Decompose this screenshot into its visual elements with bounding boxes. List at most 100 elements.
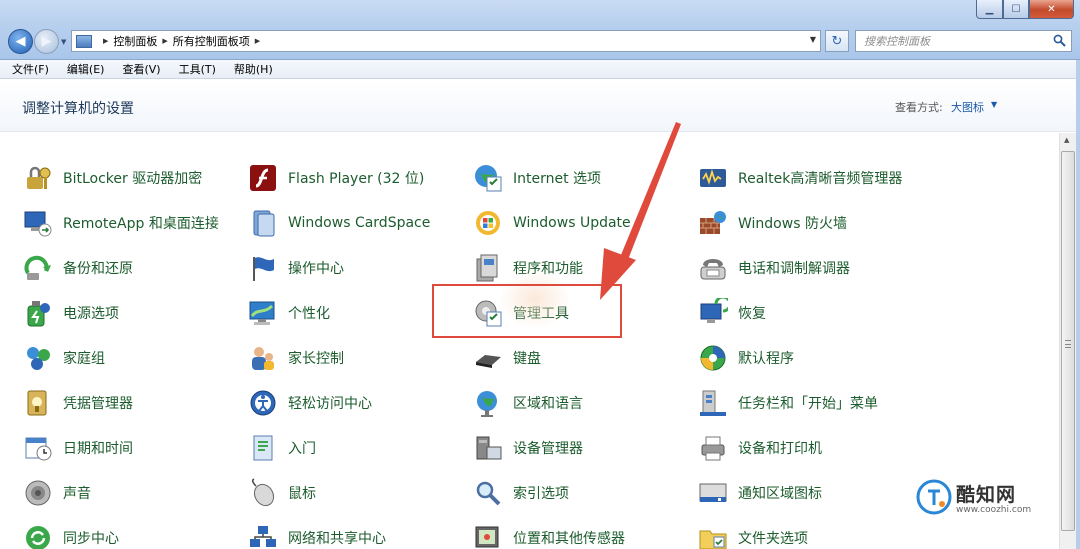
cp-item-label: BitLocker 驱动器加密 [63, 171, 203, 187]
cp-item-sound[interactable]: 声音 [22, 475, 91, 511]
cp-item-keyboard[interactable]: 键盘 [472, 340, 541, 376]
forward-arrow-icon: ▶ [41, 34, 52, 49]
menu-help[interactable]: 帮助(H) [232, 61, 275, 77]
watermark-url: www.coozhi.com [956, 504, 1032, 515]
homegroup-icon [22, 342, 54, 374]
parental-controls-icon [247, 342, 279, 374]
menu-bar: 文件(F) 编辑(E) 查看(V) 工具(T) 帮助(H) [0, 60, 1080, 79]
page-title: 调整计算机的设置 [22, 101, 134, 117]
location-sensors-icon [472, 522, 504, 549]
bitlocker-icon [22, 162, 54, 194]
window-controls: ▁ ☐ ✕ [976, 0, 1074, 19]
scroll-up-icon[interactable]: ▲ [1064, 136, 1069, 144]
cp-item-label: 设备和打印机 [738, 441, 822, 457]
refresh-button[interactable]: ↻ [825, 30, 849, 52]
close-button[interactable]: ✕ [1029, 0, 1074, 19]
cp-item-label: Windows 防火墙 [738, 216, 847, 232]
credential-manager-icon [22, 387, 54, 419]
cp-item-firewall[interactable]: Windows 防火墙 [697, 205, 847, 241]
cp-item-action-center[interactable]: 操作中心 [247, 250, 344, 286]
chevron-right-icon[interactable]: ▶ [255, 37, 260, 45]
menu-file[interactable]: 文件(F) [10, 61, 51, 77]
sound-icon [22, 477, 54, 509]
cp-item-label: 家庭组 [63, 351, 105, 367]
cp-item-recovery[interactable]: 恢复 [697, 295, 766, 331]
cp-item-power-options[interactable]: 电源选项 [22, 295, 119, 331]
cp-item-date-time[interactable]: 日期和时间 [22, 430, 133, 466]
cp-item-phone-modem[interactable]: 电话和调制解调器 [697, 250, 850, 286]
cp-item-label: 鼠标 [288, 486, 316, 502]
menu-edit[interactable]: 编辑(E) [65, 61, 107, 77]
window-title-bar: ▁ ☐ ✕ ◀ ▶ ▼ ▶ 控制面板 ▶ 所有控制面板项 ▶ ▼ ↻ 搜索控制面… [0, 0, 1080, 60]
ease-of-access-icon [247, 387, 279, 419]
cp-item-label: 程序和功能 [513, 261, 583, 277]
internet-options-icon [472, 162, 504, 194]
cp-item-realtek-audio[interactable]: Realtek高清晰音频管理器 [697, 160, 902, 196]
cp-item-remoteapp[interactable]: RemoteApp 和桌面连接 [22, 205, 219, 241]
address-bar[interactable]: ▶ 控制面板 ▶ 所有控制面板项 ▶ ▼ [71, 30, 821, 52]
cp-item-indexing-options[interactable]: 索引选项 [472, 475, 569, 511]
power-options-icon [22, 297, 54, 329]
network-sharing-icon [247, 522, 279, 549]
cp-item-label: 凭据管理器 [63, 396, 133, 412]
vertical-scrollbar[interactable]: ▲ [1059, 133, 1076, 549]
search-input[interactable]: 搜索控制面板 [855, 30, 1072, 52]
indexing-options-icon [472, 477, 504, 509]
address-dropdown-icon[interactable]: ▼ [810, 35, 816, 44]
annotation-arrow [600, 122, 681, 300]
cp-item-flash-player[interactable]: Flash Player (32 位) [247, 160, 424, 196]
minimize-button[interactable]: ▁ [976, 0, 1003, 19]
cp-item-label: 位置和其他传感器 [513, 531, 625, 547]
search-icon[interactable] [1053, 34, 1066, 47]
cp-item-label: Windows CardSpace [288, 215, 431, 231]
minimize-icon: ▁ [985, 3, 994, 15]
cp-item-backup-restore[interactable]: 备份和还原 [22, 250, 133, 286]
cp-item-label: 默认程序 [738, 351, 794, 367]
view-by-dropdown[interactable]: 大图标 [951, 99, 984, 115]
cp-item-homegroup[interactable]: 家庭组 [22, 340, 105, 376]
cp-item-label: Realtek高清晰音频管理器 [738, 171, 903, 187]
cp-item-personalization[interactable]: 个性化 [247, 295, 330, 331]
menu-view[interactable]: 查看(V) [120, 61, 162, 77]
forward-button[interactable]: ▶ [34, 29, 59, 54]
cp-item-ease-of-access[interactable]: 轻松访问中心 [247, 385, 372, 421]
cp-item-folder-options[interactable]: 文件夹选项 [697, 520, 808, 549]
mouse-icon [247, 477, 279, 509]
recent-pages-dropdown[interactable]: ▼ [61, 38, 66, 46]
watermark-name: 酷知网 [956, 483, 1017, 506]
cp-item-label: 同步中心 [63, 531, 119, 547]
breadcrumb-all-items[interactable]: 所有控制面板项 [173, 33, 250, 49]
cp-item-sync-center[interactable]: 同步中心 [22, 520, 119, 549]
cp-item-location-sensors[interactable]: 位置和其他传感器 [472, 520, 625, 549]
cp-item-label: 任务栏和「开始」菜单 [738, 396, 878, 412]
realtek-audio-icon [697, 162, 729, 194]
cp-item-getting-started[interactable]: 入门 [247, 430, 316, 466]
cp-item-network-sharing[interactable]: 网络和共享中心 [247, 520, 386, 549]
cp-item-region-language[interactable]: 区域和语言 [472, 385, 583, 421]
chevron-right-icon[interactable]: ▶ [162, 37, 167, 45]
chevron-down-icon[interactable]: ▼ [991, 100, 997, 109]
cp-item-credential-manager[interactable]: 凭据管理器 [22, 385, 133, 421]
scroll-thumb[interactable] [1061, 151, 1075, 531]
cp-item-devices-printers[interactable]: 设备和打印机 [697, 430, 822, 466]
backup-restore-icon [22, 252, 54, 284]
flash-player-icon [247, 162, 279, 194]
cp-item-cardspace[interactable]: Windows CardSpace [247, 205, 430, 241]
menu-tools[interactable]: 工具(T) [177, 61, 218, 77]
cp-item-label: 声音 [63, 486, 91, 502]
cp-item-taskbar-start[interactable]: 任务栏和「开始」菜单 [697, 385, 878, 421]
devices-printers-icon [697, 432, 729, 464]
cp-item-bitlocker[interactable]: BitLocker 驱动器加密 [22, 160, 202, 196]
cp-item-parental-controls[interactable]: 家长控制 [247, 340, 344, 376]
maximize-button[interactable]: ☐ [1003, 0, 1029, 19]
cp-item-device-manager[interactable]: 设备管理器 [472, 430, 583, 466]
chevron-right-icon[interactable]: ▶ [103, 37, 108, 45]
cp-item-default-programs[interactable]: 默认程序 [697, 340, 794, 376]
cp-item-notification-area[interactable]: 通知区域图标 [697, 475, 822, 511]
back-button[interactable]: ◀ [8, 29, 33, 54]
cp-item-mouse[interactable]: 鼠标 [247, 475, 316, 511]
cp-item-programs-features[interactable]: 程序和功能 [472, 250, 583, 286]
breadcrumb-control-panel[interactable]: 控制面板 [113, 33, 157, 49]
notification-area-icon [697, 477, 729, 509]
cp-item-label: Flash Player (32 位) [288, 171, 425, 187]
